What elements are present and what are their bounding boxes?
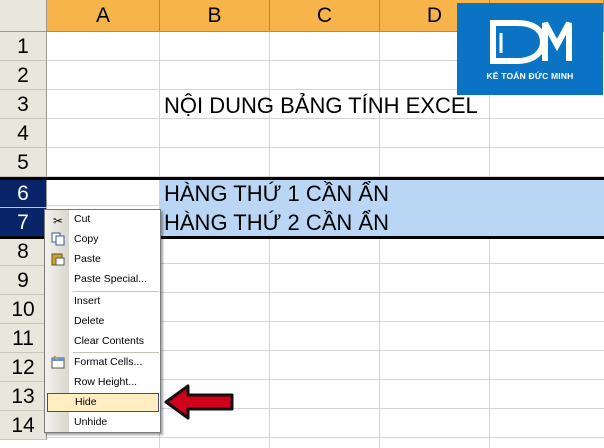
cell-b6[interactable]: HÀNG THỨ 1 CẦN ẨN <box>164 179 389 208</box>
scissors-icon: ✂ <box>52 214 64 228</box>
company-logo: KẾ TOÁN ĐỨC MINH <box>457 3 603 95</box>
row-header-12[interactable]: 12 <box>0 353 47 382</box>
menu-item-insert[interactable]: Insert <box>70 292 160 311</box>
row-header-2[interactable]: 2 <box>0 61 47 90</box>
row-header-13[interactable]: 13 <box>0 382 47 411</box>
row-header-6[interactable]: 6 <box>0 179 47 208</box>
cell-b7[interactable]: HÀNG THỨ 2 CẦN ẨN <box>164 208 389 237</box>
column-header-c[interactable]: C <box>270 0 380 32</box>
row-header-3[interactable]: 3 <box>0 90 47 119</box>
select-all-corner[interactable] <box>0 0 47 32</box>
row-header-4[interactable]: 4 <box>0 119 47 148</box>
menu-item-clear-contents[interactable]: Clear Contents <box>70 332 160 351</box>
menu-item-unhide[interactable]: Unhide <box>70 413 160 432</box>
format-cells-icon <box>50 355 66 371</box>
row-header-8[interactable]: 8 <box>0 237 47 266</box>
column-header-b[interactable]: B <box>160 0 270 32</box>
row-header-5[interactable]: 5 <box>0 148 47 177</box>
row-header-1[interactable]: 1 <box>0 32 47 61</box>
menu-item-row-height[interactable]: Row Height... <box>70 373 160 392</box>
cell-b3[interactable]: NỘI DUNG BẢNG TÍNH EXCEL <box>164 91 478 120</box>
gridline <box>47 437 604 438</box>
row-header-11[interactable]: 11 <box>0 324 47 353</box>
menu-item-delete[interactable]: Delete <box>70 312 160 331</box>
row-header-14[interactable]: 14 <box>0 411 47 440</box>
column-header-a[interactable]: A <box>47 0 160 32</box>
copy-icon <box>50 232 66 248</box>
menu-item-paste[interactable]: Paste <box>70 250 160 269</box>
gridline <box>47 147 604 148</box>
paste-icon <box>50 252 66 268</box>
row-header-7[interactable]: 7 <box>0 208 47 237</box>
menu-item-hide[interactable]: Hide <box>47 393 159 412</box>
logo-text: KẾ TOÁN ĐỨC MINH <box>486 71 574 81</box>
menu-item-cut[interactable]: Cut <box>70 210 160 229</box>
context-menu: ✂ Cut Copy Paste Paste Special... Insert… <box>44 209 161 433</box>
menu-item-paste-special[interactable]: Paste Special... <box>70 270 160 289</box>
red-arrow-icon <box>164 384 234 420</box>
menu-item-format-cells[interactable]: Format Cells... <box>70 353 160 372</box>
row-header-10[interactable]: 10 <box>0 295 47 324</box>
menu-item-copy[interactable]: Copy <box>70 230 160 249</box>
dm-monogram-icon <box>490 20 572 64</box>
row-header-9[interactable]: 9 <box>0 266 47 295</box>
